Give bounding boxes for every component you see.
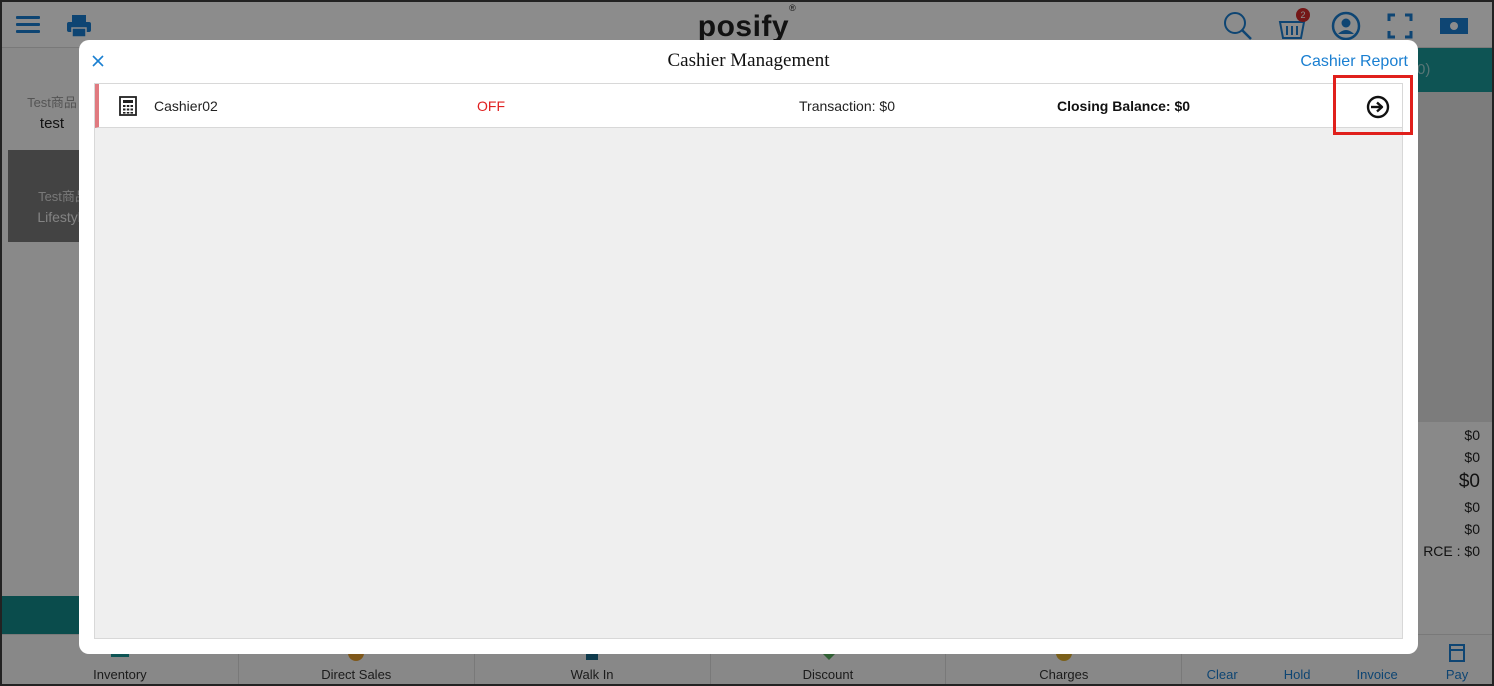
- app-frame: posify® 2 Test商品 test Test商品 Lifestyle $…: [0, 0, 1494, 686]
- calculator-icon: [119, 96, 137, 116]
- cashier-status: OFF: [477, 98, 505, 114]
- login-icon[interactable]: [1365, 94, 1391, 120]
- cashier-management-modal: Cashier Management Cashier Report Cashie…: [79, 40, 1418, 654]
- cashier-closing-balance: Closing Balance: $0: [1057, 98, 1191, 114]
- cashier-transaction: Transaction: $0: [799, 98, 895, 114]
- cashier-report-link[interactable]: Cashier Report: [1300, 53, 1408, 71]
- cashier-row[interactable]: Cashier02 OFF Transaction: $0 Closing Ba…: [95, 84, 1402, 128]
- cashier-list: Cashier02 OFF Transaction: $0 Closing Ba…: [94, 83, 1403, 639]
- cashier-name: Cashier02: [154, 98, 218, 114]
- close-icon[interactable]: [89, 52, 107, 70]
- modal-title: Cashier Management: [667, 50, 830, 71]
